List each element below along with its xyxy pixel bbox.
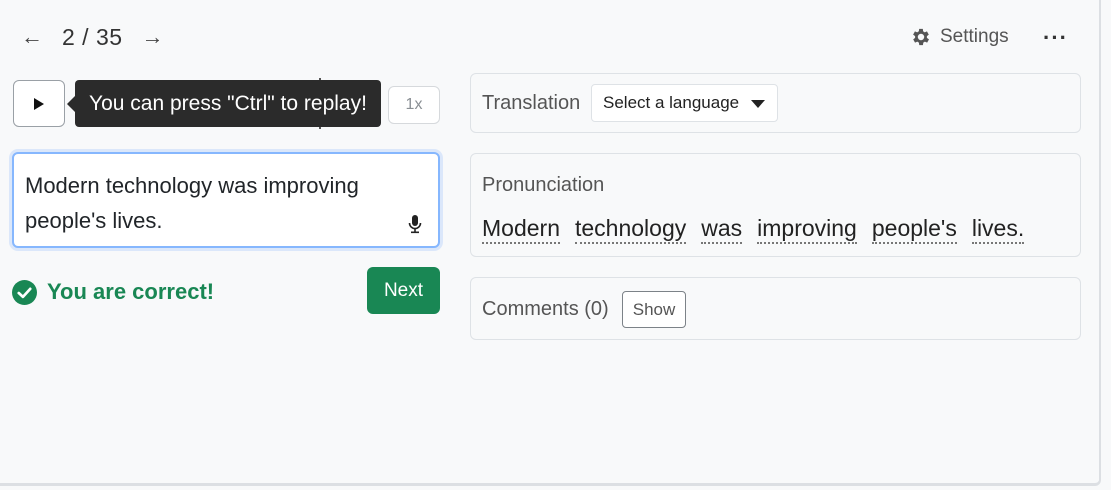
- microphone-icon[interactable]: [408, 214, 422, 234]
- replay-tooltip: You can press "Ctrl" to replay!: [67, 80, 381, 127]
- language-select[interactable]: Select a language: [591, 84, 778, 122]
- translation-card: Translation Select a language: [470, 73, 1081, 133]
- more-options-icon[interactable]: ···: [1043, 26, 1068, 50]
- answer-input[interactable]: Modern technology was improving people's…: [12, 152, 440, 248]
- page-frame: ← 2 / 35 → Settings ··· You can press "C…: [0, 0, 1101, 486]
- comments-card: Comments (0) Show: [470, 277, 1081, 340]
- exercise-counter: 2 / 35: [62, 23, 123, 50]
- pronunciation-word[interactable]: technology: [574, 214, 687, 244]
- playback-speed-button[interactable]: 1x: [388, 86, 440, 124]
- exercise-navigation: ← 2 / 35 →: [20, 22, 165, 52]
- result-text: You are correct!: [47, 279, 215, 304]
- caret-down-icon: [751, 100, 765, 108]
- pronunciation-word[interactable]: was: [701, 214, 743, 244]
- play-icon: [34, 97, 44, 110]
- play-button[interactable]: [13, 80, 65, 127]
- previous-arrow-icon[interactable]: ←: [20, 22, 44, 52]
- pronunciation-words: Modern technology was improving people's…: [482, 214, 1039, 244]
- show-comments-button[interactable]: Show: [622, 291, 686, 328]
- settings-label: Settings: [940, 26, 1009, 47]
- gear-icon: [913, 28, 929, 46]
- pronunciation-word[interactable]: lives.: [971, 214, 1025, 244]
- next-button[interactable]: Next: [367, 267, 440, 314]
- result-message: You are correct!: [12, 279, 214, 305]
- pronunciation-label: Pronunciation: [482, 174, 605, 196]
- comments-label: Comments (0): [482, 298, 609, 320]
- pronunciation-word[interactable]: Modern: [482, 214, 560, 244]
- answer-text[interactable]: Modern technology was improving people's…: [25, 168, 405, 238]
- settings-button[interactable]: Settings: [910, 26, 1009, 48]
- pronunciation-word[interactable]: people's: [871, 214, 957, 244]
- pronunciation-word[interactable]: improving: [757, 214, 857, 244]
- translation-label: Translation: [482, 92, 581, 114]
- check-circle-icon: [12, 279, 37, 305]
- language-select-value: Select a language: [603, 93, 740, 112]
- next-arrow-icon[interactable]: →: [141, 22, 165, 52]
- pronunciation-card: Pronunciation Modern technology was impr…: [470, 153, 1081, 257]
